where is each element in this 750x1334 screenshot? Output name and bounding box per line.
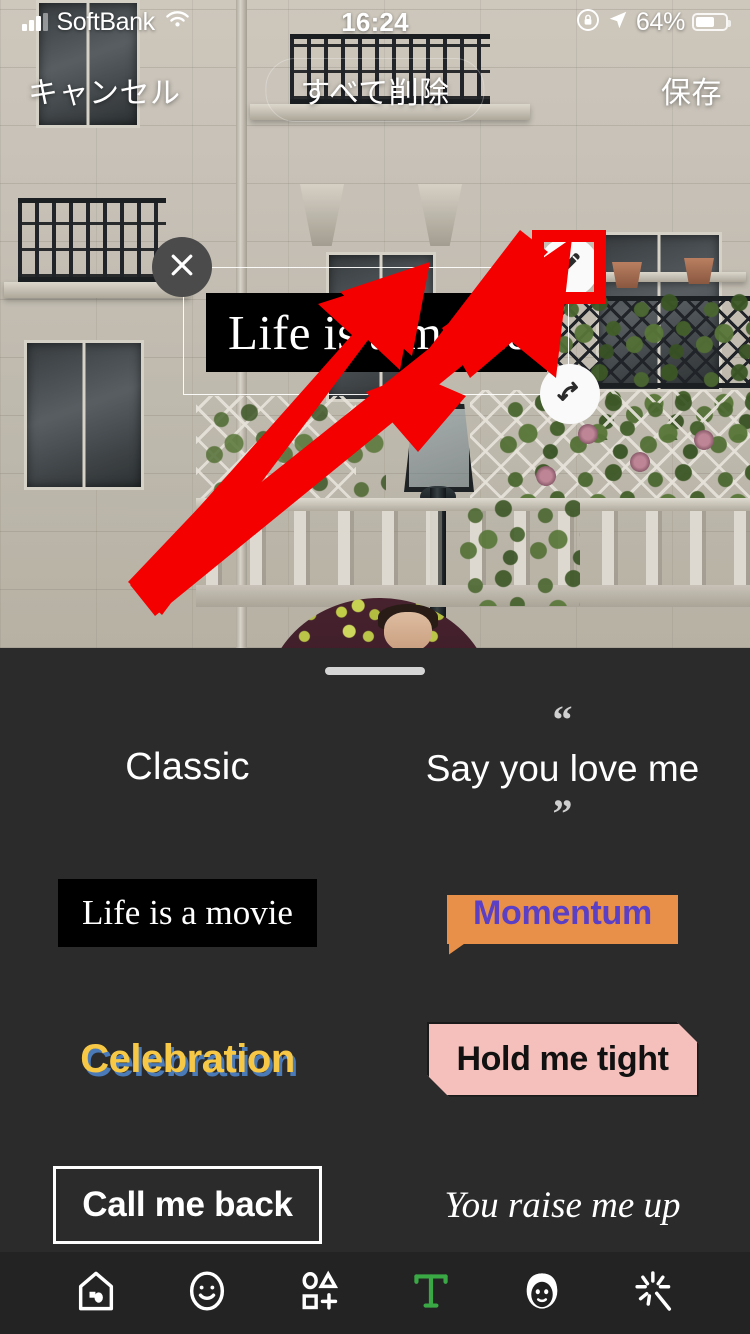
style-option-banner[interactable]: Hold me tight [375, 986, 750, 1132]
cancel-button[interactable]: キャンセル [28, 68, 181, 112]
battery-percent-label: 64% [635, 7, 685, 36]
carrier-label: SoftBank [56, 7, 156, 36]
style-label-outline-box: Call me back [82, 1185, 293, 1224]
style-label-banner: Hold me tight [456, 1039, 669, 1078]
style-preview-bubble: Momentum [447, 894, 678, 955]
style-label-bubble: Momentum [473, 893, 652, 932]
status-bar-left: SoftBank [22, 8, 191, 37]
style-option-celebration[interactable]: Celebration [0, 986, 375, 1132]
style-label-classic: Classic [125, 745, 250, 788]
style-option-black-box[interactable]: Life is a movie [0, 840, 375, 986]
clock-label: 16:24 [341, 6, 409, 37]
text-t-icon [408, 1268, 454, 1319]
bottom-toolbar [0, 1252, 750, 1334]
style-label-rule-italic: You raise me up [444, 1184, 681, 1226]
battery-icon [692, 13, 731, 31]
style-preview-rule-italic: You raise me up [444, 1184, 680, 1227]
toolbar-item-effects[interactable] [624, 1263, 684, 1323]
text-style-sheet: Classic “ Say you love me ” Life is a mo… [0, 648, 750, 1252]
shapes-icon [296, 1268, 342, 1319]
quote-open-icon: “ [552, 697, 573, 742]
style-preview-banner: Hold me tight [427, 1022, 699, 1097]
location-arrow-icon [607, 9, 629, 36]
red-arrow-pointer [128, 230, 572, 616]
toolbar-item-emoji[interactable] [177, 1263, 237, 1323]
style-option-rule-italic[interactable]: You raise me up [375, 1132, 750, 1252]
save-button[interactable]: 保存 [661, 68, 722, 112]
toolbar-item-sticker[interactable] [66, 1263, 126, 1323]
bubble-body: Momentum [447, 893, 678, 944]
toolbar-item-avatar[interactable] [512, 1263, 572, 1323]
editor-screen: SoftBank 16:24 64% キャンセル すべて削除 保存 Life i… [0, 0, 750, 1334]
style-option-bubble[interactable]: Momentum [375, 840, 750, 986]
style-preview-quote: “ Say you love me ” [425, 697, 700, 836]
rotation-lock-icon [576, 8, 600, 37]
smiley-face-icon [184, 1268, 230, 1319]
style-label-black-box: Life is a movie [58, 879, 317, 947]
delete-all-button[interactable]: すべて削除 [265, 58, 485, 122]
status-bar: SoftBank 16:24 64% [0, 0, 750, 44]
house-sticker-icon [73, 1268, 119, 1319]
style-preview-outline: Call me back [53, 1166, 322, 1244]
text-style-grid: Classic “ Say you love me ” Life is a mo… [0, 694, 750, 1252]
sparkle-icon [631, 1268, 677, 1319]
cellular-bars-icon [22, 13, 48, 31]
toolbar-item-shapes[interactable] [289, 1263, 349, 1323]
style-option-outline-box[interactable]: Call me back [0, 1132, 375, 1252]
face-avatar-icon [519, 1268, 565, 1319]
wifi-icon [164, 9, 191, 35]
style-option-quote[interactable]: “ Say you love me ” [375, 694, 750, 840]
style-label-quote: Say you love me [425, 748, 700, 789]
toolbar-item-text[interactable] [401, 1263, 461, 1323]
quote-close-icon: ” [552, 791, 573, 836]
style-label-celebration: Celebration [80, 1036, 295, 1081]
top-nav-bar: キャンセル すべて削除 保存 [0, 58, 750, 122]
status-bar-right: 64% [576, 7, 731, 37]
sheet-drag-handle[interactable] [325, 667, 425, 675]
style-option-classic[interactable]: Classic [0, 694, 375, 840]
